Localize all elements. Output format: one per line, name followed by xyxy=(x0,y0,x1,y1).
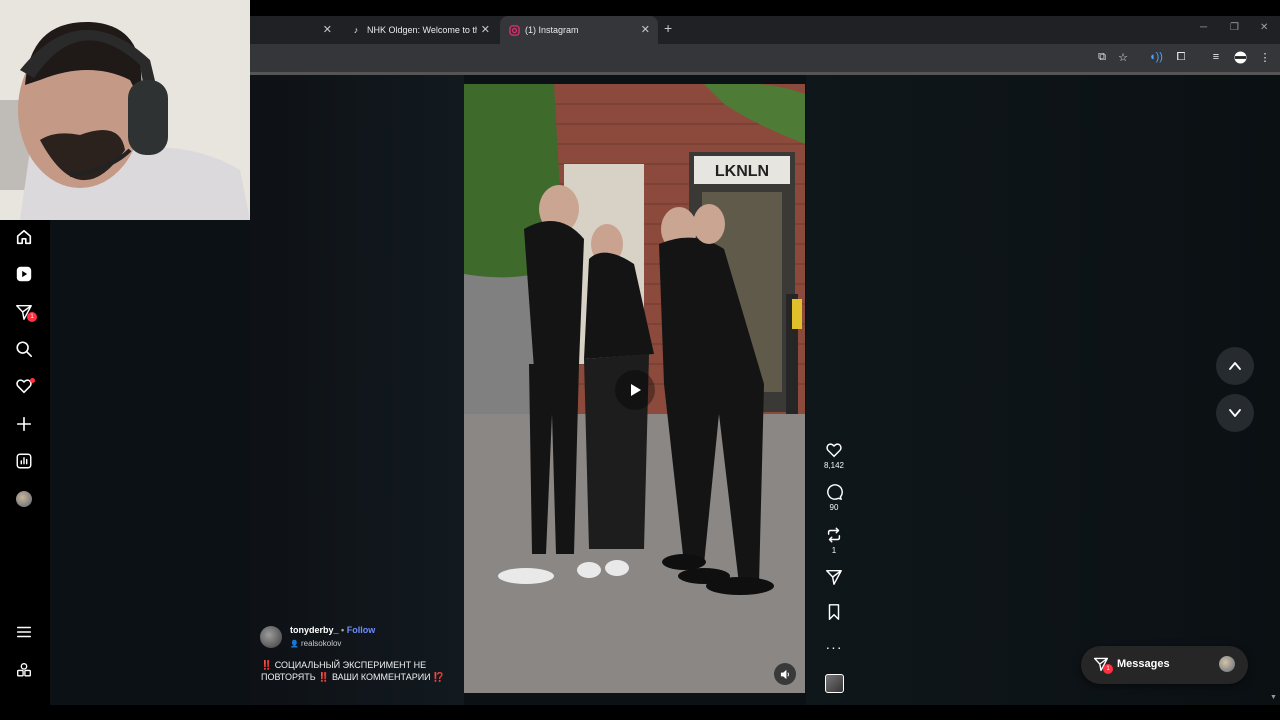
tab-tiktok[interactable]: ♪ NHK Oldgen: Welcome to the N ✕ xyxy=(342,16,498,44)
browser-menu-icon[interactable]: ⋮ xyxy=(1258,50,1272,64)
chevron-down-icon xyxy=(1229,409,1241,417)
follow-button[interactable]: Follow xyxy=(347,625,376,635)
media-control-icon[interactable]: ≡ xyxy=(1209,50,1223,64)
audio-name: realsokolov xyxy=(300,639,342,648)
bottom-band xyxy=(0,705,1280,720)
messages-dock[interactable]: 1 Messages xyxy=(1081,646,1248,684)
page-right-area xyxy=(806,75,1280,705)
close-tab-icon[interactable]: ✕ xyxy=(641,23,650,36)
mute-button[interactable] xyxy=(774,663,796,685)
close-tab-icon[interactable]: ✕ xyxy=(481,23,490,36)
search-icon[interactable] xyxy=(14,339,34,359)
tab-previous[interactable]: ✕ xyxy=(250,16,340,44)
audio-person-icon: 👤 xyxy=(290,641,299,648)
previous-reel-button[interactable] xyxy=(1216,347,1254,385)
plus-icon[interactable] xyxy=(14,414,34,434)
instagram-icon xyxy=(508,24,520,36)
notification-dot xyxy=(30,378,35,383)
caption-mark: ⁉️ xyxy=(433,672,445,682)
audio-line[interactable]: 👤 realsokolov xyxy=(290,639,341,648)
messages-label: Messages xyxy=(1117,658,1170,670)
close-window-icon[interactable]: ✕ xyxy=(1260,22,1268,33)
restore-icon[interactable]: ❐ xyxy=(1230,22,1239,33)
menu-icon[interactable] xyxy=(14,622,34,642)
avatar xyxy=(1219,656,1235,672)
tab-title: (1) Instagram xyxy=(525,25,579,35)
audio-cover-icon[interactable] xyxy=(820,673,848,693)
comment-icon[interactable] xyxy=(820,482,848,502)
separator-dot: • xyxy=(341,625,345,635)
profile-icon[interactable] xyxy=(1233,50,1247,64)
tiktok-icon: ♪ xyxy=(353,25,359,35)
page-left-area xyxy=(250,75,464,705)
tab-instagram[interactable]: (1) Instagram ✕ xyxy=(500,16,658,44)
extensions-icon[interactable]: ⧠ xyxy=(1174,50,1188,64)
play-button[interactable] xyxy=(615,370,655,410)
like-count: 8,142 xyxy=(823,461,845,470)
repost-action[interactable]: 1 xyxy=(820,525,848,555)
home-icon[interactable] xyxy=(14,227,34,247)
caption-text-2: ВАШИ КОММЕНТАРИИ xyxy=(331,672,431,682)
reel-caption: ‼️ СОЦИАЛЬНЫЙ ЭКСПЕРИМЕНТ НЕ ПОВТОРЯТЬ ‼… xyxy=(261,659,461,683)
comment-action[interactable]: 90 xyxy=(820,482,848,512)
messages-badge: 1 xyxy=(27,312,37,322)
caption-mark: ‼️ xyxy=(318,672,330,682)
save-action[interactable] xyxy=(820,602,848,622)
caption-mark: ‼️ xyxy=(261,660,273,670)
webcam-overlay xyxy=(0,0,250,220)
like-action[interactable]: 8,142 xyxy=(820,440,848,470)
share-action[interactable] xyxy=(820,567,848,587)
new-tab-button[interactable]: + xyxy=(664,20,672,36)
scroll-down-arrow-icon[interactable]: ▼ xyxy=(1270,694,1277,701)
profile-avatar[interactable] xyxy=(14,489,34,509)
author-line: tonyderby_ • Follow xyxy=(290,625,375,635)
heart-icon[interactable] xyxy=(820,440,848,460)
next-reel-button[interactable] xyxy=(1216,394,1254,432)
read-aloud-icon[interactable]: ◖)) xyxy=(1149,50,1163,64)
more-action[interactable]: ··· xyxy=(820,637,848,657)
minimize-icon[interactable]: ─ xyxy=(1200,22,1207,33)
avatar xyxy=(16,491,32,507)
more-icon[interactable]: ··· xyxy=(820,637,848,657)
audio-thumbnail[interactable] xyxy=(820,673,848,693)
bookmark-icon[interactable] xyxy=(820,602,848,622)
messages-badge: 1 xyxy=(1103,664,1113,674)
author-avatar[interactable] xyxy=(260,626,282,648)
grid-icon[interactable] xyxy=(14,660,34,680)
install-app-icon[interactable]: ⧉ xyxy=(1095,50,1109,64)
storefront-sign: LKNLN xyxy=(715,163,769,180)
close-tab-icon[interactable]: ✕ xyxy=(323,23,332,36)
chevron-up-icon xyxy=(1229,362,1241,370)
bookmark-star-icon[interactable]: ☆ xyxy=(1116,50,1130,64)
comment-count: 90 xyxy=(829,503,839,512)
chart-icon[interactable] xyxy=(14,451,34,471)
tab-title: NHK Oldgen: Welcome to the N xyxy=(367,25,477,35)
repost-icon[interactable] xyxy=(820,525,848,545)
send-icon[interactable] xyxy=(820,567,848,587)
repost-count: 1 xyxy=(831,546,837,555)
author-username[interactable]: tonyderby_ xyxy=(290,625,339,635)
reels-icon[interactable] xyxy=(14,264,34,284)
